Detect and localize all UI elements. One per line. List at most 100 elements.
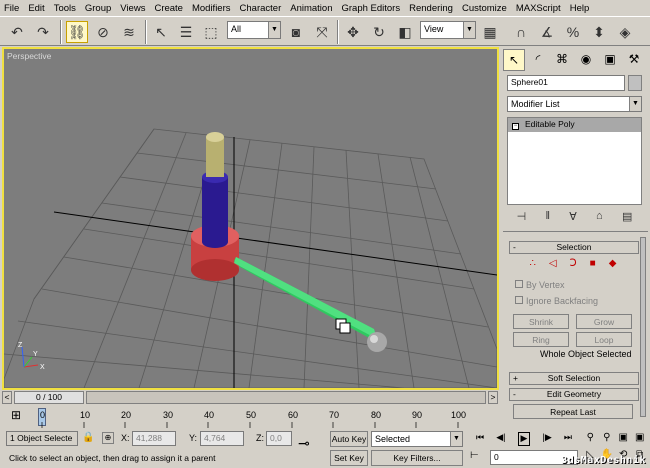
z-coordinate-field[interactable]: 0,0	[266, 431, 292, 446]
menu-maxscript[interactable]: MAXScript	[516, 3, 561, 14]
rectangular-selection-icon[interactable]: ⬚	[200, 21, 222, 43]
hierarchy-tab-icon[interactable]: ⌘	[551, 49, 573, 71]
grow-button[interactable]: Grow	[576, 314, 632, 329]
display-tab-icon[interactable]: ▣	[599, 49, 621, 71]
border-icon[interactable]: Ↄ	[570, 258, 577, 272]
reference-coordinate-dropdown[interactable]: View ▼	[420, 21, 476, 39]
zoom-all-icon[interactable]: ⚲	[599, 432, 616, 449]
time-slider-thumb[interactable]: 0 / 100	[14, 391, 84, 404]
menu-tools[interactable]: Tools	[54, 3, 76, 14]
menu-animation[interactable]: Animation	[290, 3, 332, 14]
undo-icon[interactable]: ↶	[6, 21, 28, 43]
select-and-link-icon[interactable]: ⛓	[66, 21, 88, 43]
modifier-list-dropdown[interactable]: Modifier List ▼	[507, 96, 642, 112]
zoom-extents-icon[interactable]: ▣	[615, 432, 632, 449]
next-frame-icon[interactable]: |▶	[543, 432, 552, 446]
object-color-swatch[interactable]	[628, 75, 642, 91]
soft-selection-rollout-header[interactable]: + Soft Selection	[509, 372, 639, 385]
y-label: Y:	[189, 433, 198, 443]
menu-graph-editors[interactable]: Graph Editors	[341, 3, 400, 14]
pin-stack-icon[interactable]: ⊣	[517, 210, 527, 223]
unlink-icon[interactable]: ⊘	[92, 21, 114, 43]
time-prev-button[interactable]: <	[2, 391, 12, 404]
create-tab-icon[interactable]: ↖	[503, 49, 525, 71]
selection-rollout-header[interactable]: - Selection	[509, 241, 639, 254]
track-bar[interactable]: ⊞ 0 10 20 30 40 50 60 70 80 90 100	[0, 406, 500, 430]
key-mode-dropdown[interactable]: Selected ▼	[371, 431, 463, 447]
previous-frame-icon[interactable]: ◀|	[496, 432, 505, 446]
configure-modifier-sets-icon[interactable]: ▤	[622, 210, 632, 223]
spinner-snap-icon[interactable]: ⬍	[588, 21, 610, 43]
remove-modifier-icon[interactable]: ⌂	[596, 210, 603, 222]
stack-item-editable-poly[interactable]: − Editable Poly	[508, 118, 641, 132]
polygon-icon[interactable]: ■	[590, 258, 596, 272]
time-slider-track[interactable]	[86, 391, 486, 404]
menu-group[interactable]: Group	[85, 3, 111, 14]
tick-label: 50	[246, 410, 257, 420]
menu-character[interactable]: Character	[240, 3, 282, 14]
menu-help[interactable]: Help	[570, 3, 590, 14]
move-icon[interactable]: ✥	[342, 21, 364, 43]
select-by-name-icon[interactable]: ☰	[175, 21, 197, 43]
ring-button[interactable]: Ring	[513, 332, 569, 347]
zoom-extents-all-icon[interactable]: ▣	[632, 432, 649, 449]
named-selection-icon[interactable]: ◈	[614, 21, 636, 43]
x-coordinate-field[interactable]: 41,288	[132, 431, 176, 446]
go-to-start-icon[interactable]: ⏮	[476, 432, 484, 446]
selection-status-text: Whole Object Selected	[540, 349, 632, 359]
select-object-icon[interactable]: ↖	[150, 21, 172, 43]
auto-key-button[interactable]: Auto Key	[330, 431, 368, 447]
play-icon[interactable]: ▶	[517, 432, 531, 446]
menu-rendering[interactable]: Rendering	[409, 3, 453, 14]
rotate-icon[interactable]: ↻	[368, 21, 390, 43]
key-filters-button[interactable]: Key Filters...	[371, 450, 463, 466]
utilities-tab-icon[interactable]: ⚒	[623, 49, 645, 71]
menu-create[interactable]: Create	[154, 3, 183, 14]
use-pivot-center-icon[interactable]: ▦	[479, 21, 501, 43]
by-vertex-checkbox[interactable]: By Vertex	[515, 280, 565, 290]
menu-modifiers[interactable]: Modifiers	[192, 3, 231, 14]
modify-tab-icon[interactable]: ◜	[527, 49, 549, 71]
menu-views[interactable]: Views	[120, 3, 145, 14]
zoom-icon[interactable]: ⚲	[582, 432, 599, 449]
motion-tab-icon[interactable]: ◉	[575, 49, 597, 71]
menu-customize[interactable]: Customize	[462, 3, 507, 14]
vertex-icon[interactable]: ∴	[530, 258, 536, 272]
scene-canvas[interactable]: Z X Y	[4, 49, 497, 388]
element-icon[interactable]: ◆	[609, 258, 617, 272]
time-slider: < 0 / 100 >	[0, 390, 500, 406]
selection-filter-dropdown[interactable]: All ▼	[227, 21, 281, 39]
bind-to-space-warp-icon[interactable]: ≋	[118, 21, 140, 43]
menu-file[interactable]: File	[4, 3, 19, 14]
panel-scrollbar[interactable]	[640, 237, 646, 417]
angle-snap-icon[interactable]: ∡	[536, 21, 558, 43]
ignore-backfacing-checkbox[interactable]: Ignore Backfacing	[515, 296, 598, 306]
key-mode-toggle-icon[interactable]: ⊢	[470, 450, 484, 464]
sphere01	[367, 332, 387, 352]
go-to-end-icon[interactable]: ⏭	[564, 432, 572, 446]
percent-snap-icon[interactable]: %	[562, 21, 584, 43]
repeat-last-button[interactable]: Repeat Last	[513, 404, 633, 419]
modifier-stack[interactable]: − Editable Poly	[507, 117, 642, 205]
show-end-result-icon[interactable]: ‖	[545, 210, 550, 222]
scale-icon[interactable]: ◧	[394, 21, 416, 43]
select-and-move-icon[interactable]: ⤧	[311, 21, 333, 43]
absolute-mode-icon[interactable]: ⊕	[102, 432, 114, 444]
y-coordinate-field[interactable]: 4,764	[200, 431, 244, 446]
snaps-toggle-icon[interactable]: ∩	[510, 21, 532, 43]
object-name-field[interactable]: Sphere01	[507, 75, 625, 91]
perspective-viewport[interactable]: Perspective Z X Y	[2, 47, 499, 390]
tick-label: 20	[121, 410, 132, 420]
menu-edit[interactable]: Edit	[28, 3, 44, 14]
edit-geometry-rollout-header[interactable]: - Edit Geometry	[509, 388, 639, 401]
lock-selection-icon[interactable]: 🔒	[82, 432, 94, 443]
set-key-button[interactable]: Set Key	[330, 450, 368, 466]
make-unique-icon[interactable]: ∀	[569, 210, 577, 223]
window-crossing-icon[interactable]: ◙	[285, 21, 307, 43]
time-next-button[interactable]: >	[488, 391, 498, 404]
loop-button[interactable]: Loop	[576, 332, 632, 347]
edge-icon[interactable]: ◁	[549, 258, 557, 272]
shrink-button[interactable]: Shrink	[513, 314, 569, 329]
redo-icon[interactable]: ↷	[32, 21, 54, 43]
expand-icon[interactable]: −	[512, 123, 519, 130]
